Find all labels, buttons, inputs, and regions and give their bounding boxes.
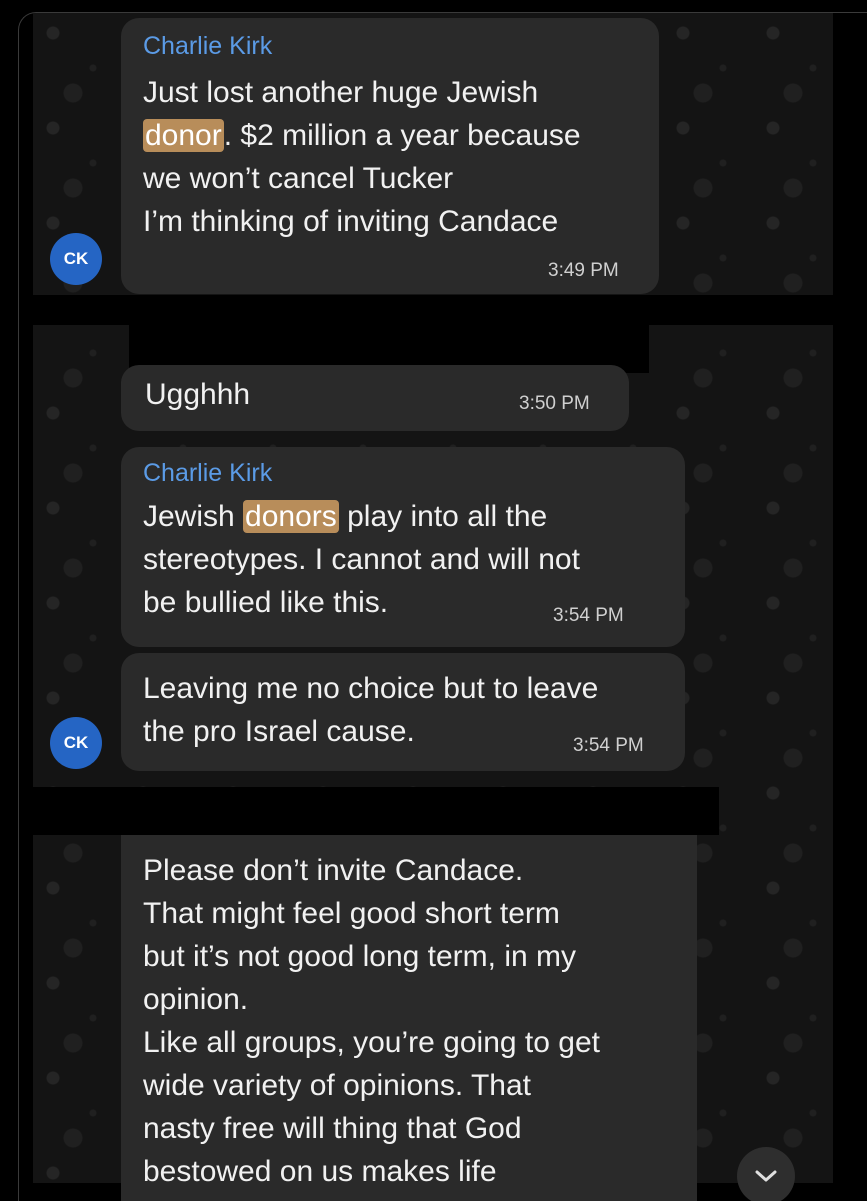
message-bubble-5[interactable]: Please don’t invite Candace. That might … <box>121 835 697 1201</box>
message-bubble-4[interactable]: Leaving me no choice but to leave the pr… <box>121 653 685 771</box>
message-line: bestowed on us makes life <box>143 1155 497 1188</box>
message-time: 3:50 PM <box>519 393 590 414</box>
scroll-down-button[interactable] <box>737 1147 795 1201</box>
message-line: be bullied like this. <box>143 586 389 619</box>
message-line: That might feel good short term <box>143 897 560 930</box>
redaction-bar <box>19 295 867 325</box>
message-line: wide variety of opinions. That <box>143 1069 531 1102</box>
message-line: nasty free will thing that God <box>143 1112 522 1145</box>
message-line: Leaving me no choice but to leave <box>143 672 599 705</box>
message-line: stereotypes. I cannot and will not <box>143 543 580 576</box>
message-bubble-2[interactable]: Ugghhh 3:50 PM <box>121 365 629 431</box>
message-line: Like all groups, you’re going to get <box>143 1026 600 1059</box>
search-highlight: donors <box>243 500 339 533</box>
message-time: 3:49 PM <box>548 260 619 281</box>
sender-name[interactable]: Charlie Kirk <box>143 459 272 488</box>
search-highlight: donor <box>143 119 224 152</box>
avatar[interactable]: CK <box>50 233 102 285</box>
message-bubble-1[interactable]: Charlie Kirk Just lost another huge Jewi… <box>121 18 659 294</box>
avatar[interactable]: CK <box>50 717 102 769</box>
message-line: donor. $2 million a year because <box>143 119 581 152</box>
message-line: Jewish donors play into all the <box>143 500 548 533</box>
sender-name[interactable]: Charlie Kirk <box>143 32 272 61</box>
message-time: 3:54 PM <box>553 605 624 626</box>
redaction-bar <box>19 787 719 835</box>
message-bubble-3[interactable]: Charlie Kirk Jewish donors play into all… <box>121 447 685 647</box>
message-line: Just lost another huge Jewish <box>143 76 539 109</box>
message-line: Ugghhh <box>145 378 251 411</box>
chevron-down-icon <box>755 1170 777 1182</box>
screenshot-frame: Charlie Kirk Just lost another huge Jewi… <box>18 12 867 1201</box>
message-line: Please don’t invite Candace. <box>143 854 524 887</box>
message-line: we won’t cancel Tucker <box>143 162 454 195</box>
message-line: opinion. <box>143 983 249 1016</box>
message-line: but it’s not good long term, in my <box>143 940 577 973</box>
message-line: the pro Israel cause. <box>143 715 415 748</box>
message-line: I’m thinking of inviting Candace <box>143 205 559 238</box>
message-time: 3:54 PM <box>573 735 644 756</box>
